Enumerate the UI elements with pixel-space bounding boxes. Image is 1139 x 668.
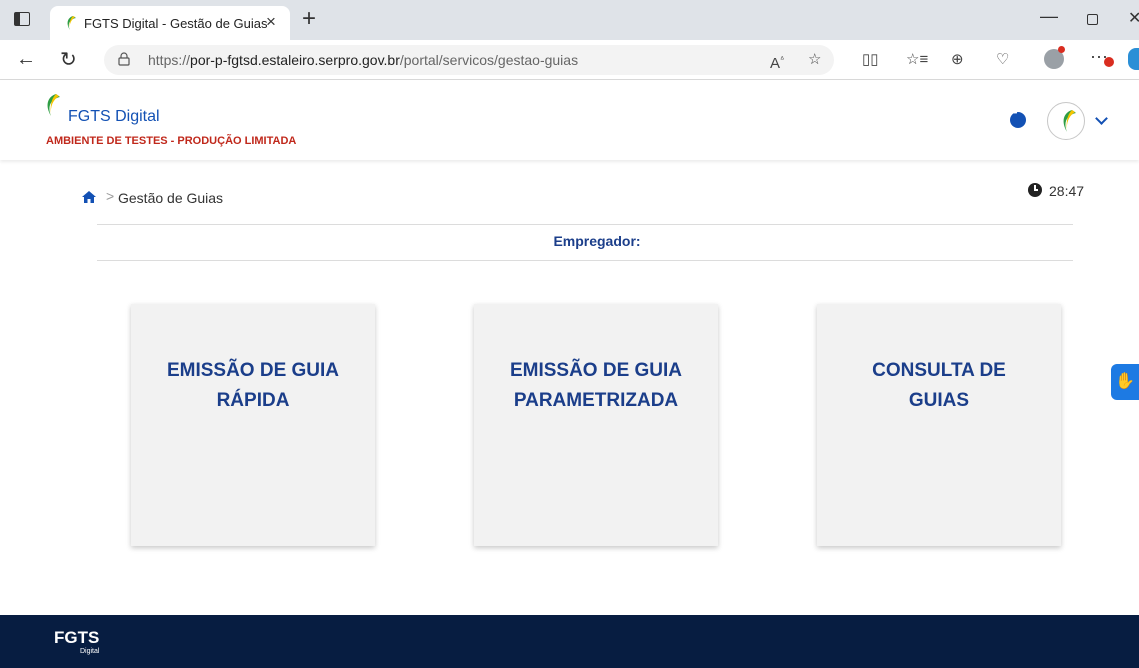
- back-arrow-icon[interactable]: ←: [16, 48, 36, 71]
- browser-address-bar: ← ↻ https://por-p-fgtsd.estaleiro.serpro…: [0, 40, 1139, 80]
- tab-close-icon[interactable]: ×: [266, 12, 276, 32]
- profile-status-icon: [1058, 46, 1065, 53]
- environment-label: AMBIENTE DE TESTES - PRODUÇÃO LIMITADA: [46, 135, 297, 147]
- window-maximize-icon[interactable]: [1087, 14, 1098, 25]
- tab-actions-icon[interactable]: [14, 12, 30, 26]
- read-aloud-icon[interactable]: Aᐞ: [770, 50, 784, 74]
- favorite-star-icon[interactable]: ☆: [808, 50, 821, 70]
- url-field[interactable]: https://por-p-fgtsd.estaleiro.serpro.gov…: [104, 45, 834, 75]
- browser-tab[interactable]: FGTS Digital - Gestão de Guias ×: [50, 6, 290, 40]
- app-header: FGTS Digital AMBIENTE DE TESTES - PRODUÇ…: [0, 80, 1139, 160]
- favorites-icon[interactable]: ☆≡: [906, 50, 928, 70]
- refresh-icon[interactable]: ↻: [60, 47, 77, 72]
- fgts-logo-icon: [47, 94, 60, 116]
- notification-badge: [1104, 57, 1114, 67]
- avatar-logo-icon: [1063, 110, 1076, 132]
- split-screen-icon[interactable]: ▯▯: [862, 50, 879, 70]
- footer-logo-sub: Digital: [80, 648, 100, 655]
- browser-essentials-icon[interactable]: ♡: [996, 50, 1009, 70]
- window-minimize-icon[interactable]: —: [1040, 6, 1058, 27]
- divider: [97, 260, 1073, 261]
- divider: [97, 224, 1073, 225]
- fgts-favicon-icon: [67, 16, 76, 30]
- url-text: https://por-p-fgtsd.estaleiro.serpro.gov…: [148, 52, 579, 68]
- clock-icon: [1028, 183, 1042, 197]
- browser-tab-bar: FGTS Digital - Gestão de Guias × + — ✕: [0, 0, 1139, 40]
- card-emissao-guia-parametrizada[interactable]: EMISSÃO DE GUIA PARAMETRIZADA: [474, 304, 718, 546]
- cookie-settings-icon[interactable]: [1010, 110, 1026, 128]
- employer-label: Empregador:: [553, 233, 641, 249]
- vlibras-hands-icon[interactable]: ✋: [1111, 364, 1139, 400]
- card-emissao-guia-rapida[interactable]: EMISSÃO DE GUIA RÁPIDA: [131, 304, 375, 546]
- session-timer: 28:47: [1049, 183, 1085, 199]
- footer-logo: FGTS: [54, 628, 100, 647]
- card-consulta-guias[interactable]: CONSULTA DE GUIAS: [817, 304, 1061, 546]
- card-title: CONSULTA DE GUIAS: [872, 360, 1006, 411]
- home-icon[interactable]: [82, 191, 96, 203]
- lock-icon: [118, 52, 130, 66]
- card-title: EMISSÃO DE GUIA PARAMETRIZADA: [509, 360, 683, 411]
- breadcrumb-current: Gestão de Guias: [118, 190, 224, 206]
- user-avatar[interactable]: [1047, 102, 1085, 140]
- window-close-icon[interactable]: ✕: [1128, 8, 1139, 28]
- app-title[interactable]: FGTS Digital: [68, 108, 160, 126]
- new-tab-button[interactable]: +: [302, 5, 316, 33]
- collections-icon[interactable]: ⊕: [951, 50, 964, 70]
- tab-title: FGTS Digital - Gestão de Guias: [84, 16, 268, 31]
- footer: FGTS Digital: [0, 615, 1139, 668]
- copilot-icon[interactable]: [1128, 48, 1139, 70]
- chevron-down-icon[interactable]: [1095, 112, 1108, 125]
- breadcrumb-separator: >: [106, 188, 115, 204]
- card-title: EMISSÃO DE GUIA RÁPIDA: [166, 360, 340, 411]
